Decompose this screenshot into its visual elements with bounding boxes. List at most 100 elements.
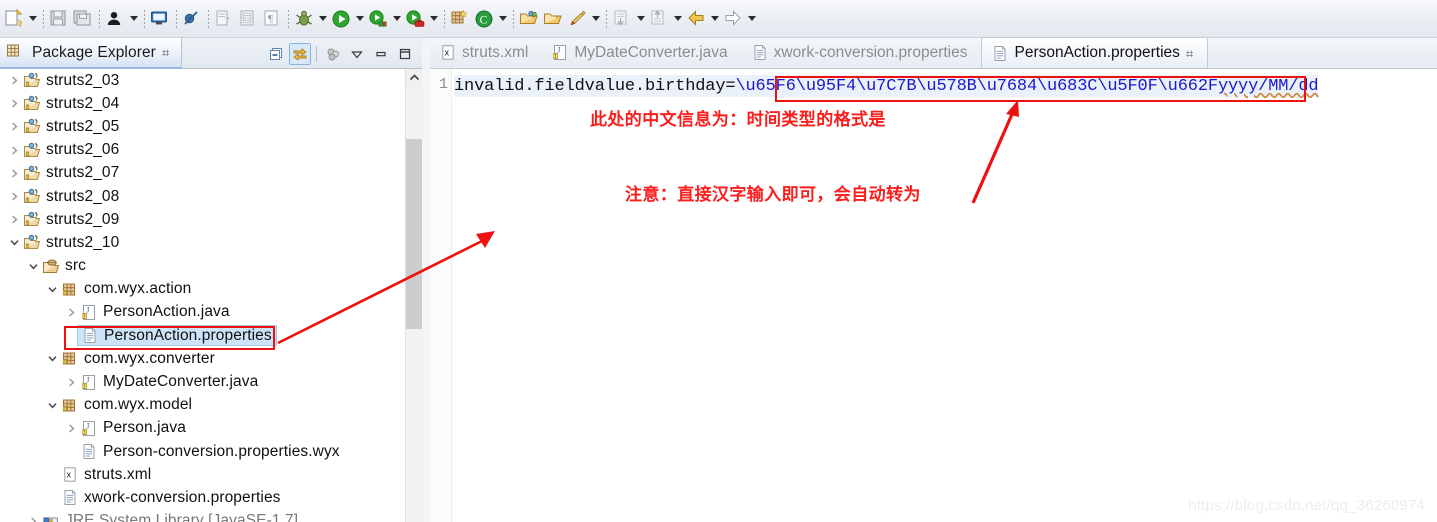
new-class-dropdown-arrow[interactable] (496, 8, 509, 30)
back-icon[interactable] (684, 7, 708, 31)
svg-text:x: x (66, 470, 71, 480)
tree-item-struts2-04[interactable]: ! struts2_04 (0, 92, 408, 115)
tree-item-src[interactable]: src (0, 255, 408, 278)
separator-6 (284, 8, 292, 30)
save-icon[interactable] (47, 7, 71, 31)
previous-annotation-icon (649, 9, 669, 29)
paragraph-icon[interactable]: ¶ (260, 7, 284, 31)
package-explorer-tabrow: Package Explorer ⌗ (0, 38, 422, 69)
tree-item-label: com.wyx.action (84, 280, 192, 298)
new-package-icon[interactable] (448, 7, 472, 31)
debug-dropdown-arrow[interactable] (316, 8, 329, 30)
focus-on-active-task-icon[interactable] (322, 43, 344, 65)
new-wizard-icon[interactable] (2, 7, 26, 31)
tree-item-struts2-05[interactable]: ! struts2_05 (0, 115, 408, 138)
profile-dropdown-arrow[interactable] (427, 8, 440, 30)
project-tree[interactable]: ! struts2_03! struts2_04! struts2_05! struts… (0, 69, 408, 522)
chevron-down-icon[interactable] (44, 397, 60, 413)
tree-item-struts-xml[interactable]: x struts.xml (0, 463, 408, 486)
open-folder-icon[interactable] (517, 7, 541, 31)
scroll-up-icon[interactable] (406, 69, 423, 86)
previous-annotation-icon[interactable] (647, 7, 671, 31)
new-dropdown-arrow[interactable] (26, 8, 39, 30)
chevron-right-icon[interactable] (63, 374, 79, 390)
view-splitter[interactable] (422, 38, 430, 522)
run-server-dropdown-arrow[interactable] (390, 8, 403, 30)
chevron-right-icon[interactable] (6, 119, 22, 135)
editor-tab-xwork-conversion-properties[interactable]: xwork-conversion.properties (742, 37, 982, 68)
editor-tab-close-icon[interactable]: ⌗ (1186, 47, 1193, 60)
run-icon[interactable] (329, 7, 353, 31)
minimize-icon[interactable] (370, 43, 392, 65)
tree-item-jre-system-library-javase-1-7[interactable]: JRE System Library [JavaSE-1.7] (0, 510, 408, 522)
chevron-down-icon[interactable] (25, 258, 41, 274)
separator-8 (509, 8, 517, 30)
editor-tab-personaction-properties[interactable]: PersonAction.properties ⌗ (981, 37, 1209, 68)
run-server-icon[interactable] (366, 7, 390, 31)
chevron-right-icon[interactable] (6, 142, 22, 158)
user-icon[interactable] (103, 7, 127, 31)
chevron-right-icon[interactable] (6, 212, 22, 228)
tree-item-struts2-03[interactable]: ! struts2_03 (0, 69, 408, 92)
tree-item-com-wyx-action[interactable]: ! com.wyx.action (0, 278, 408, 301)
chevron-right-icon[interactable] (63, 304, 79, 320)
tree-item-person-conversion-properties-wyx[interactable]: Person-conversion.properties.wyx (0, 440, 408, 463)
tab-package-explorer[interactable]: Package Explorer ⌗ (0, 38, 183, 69)
tree-item-struts2-06[interactable]: ! struts2_06 (0, 139, 408, 162)
tree-item-person-java[interactable]: J! Person.java (0, 417, 408, 440)
profile-icon[interactable] (403, 7, 427, 31)
new-class-icon[interactable]: C (472, 7, 496, 31)
tree-item-personaction-java[interactable]: J! PersonAction.java (0, 301, 408, 324)
package-explorer-scrollbar[interactable] (405, 69, 423, 522)
chevron-right-icon[interactable] (6, 73, 22, 89)
chevron-right-icon[interactable] (6, 189, 22, 205)
chevron-right-icon[interactable] (6, 165, 22, 181)
scrollbar-thumb[interactable] (406, 139, 423, 329)
user-dropdown-arrow[interactable] (127, 8, 140, 30)
pencil-icon[interactable] (565, 7, 589, 31)
editor-body[interactable]: 1 invalid.fieldvalue.birthday= \u65F6\u95… (430, 69, 1437, 522)
forward-dropdown-arrow[interactable] (745, 8, 758, 30)
next-annotation-icon[interactable] (610, 7, 634, 31)
tree-item-com-wyx-model[interactable]: ! com.wyx.model (0, 394, 408, 417)
package-explorer-icon (6, 43, 26, 63)
editor-tab-mydateconverter-java[interactable]: J! MyDateConverter.java (542, 37, 741, 68)
next-annotation-dropdown-arrow[interactable] (634, 8, 647, 30)
maximize-icon[interactable] (394, 43, 416, 65)
tree-item-personaction-properties[interactable]: PersonAction.properties (0, 324, 408, 347)
tree-item-struts2-07[interactable]: ! struts2_07 (0, 162, 408, 185)
back-dropdown-arrow[interactable] (708, 8, 721, 30)
console-icon[interactable] (148, 7, 172, 31)
chevron-right-icon[interactable] (6, 96, 22, 112)
open-type-icon[interactable] (236, 7, 260, 31)
skip-breakpoints-icon[interactable] (180, 7, 204, 31)
export-icon[interactable] (212, 7, 236, 31)
pencil-dropdown-arrow[interactable] (589, 8, 602, 30)
chevron-right-icon[interactable] (25, 513, 41, 522)
save-all-icon[interactable] (71, 7, 95, 31)
chevron-down-icon[interactable] (44, 351, 60, 367)
editor-tabbar: x struts.xml J! MyDateConverter.java xwork-c… (430, 37, 1437, 69)
close-icon[interactable]: ⌗ (162, 46, 169, 59)
tree-item-com-wyx-converter[interactable]: ! com.wyx.converter (0, 347, 408, 370)
previous-annotation-dropdown-arrow[interactable] (671, 8, 684, 30)
folder-icon[interactable] (541, 7, 565, 31)
tree-item-xwork-conversion-properties[interactable]: xwork-conversion.properties (0, 486, 408, 509)
tree-item-mydateconverter-java[interactable]: J! MyDateConverter.java (0, 370, 408, 393)
run-dropdown-arrow[interactable] (353, 8, 366, 30)
tree-item-struts2-08[interactable]: ! struts2_08 (0, 185, 408, 208)
tree-item-struts2-10[interactable]: ! struts2_10 (0, 231, 408, 254)
collapse-all-icon[interactable] (265, 43, 287, 65)
link-with-editor-icon[interactable] (289, 42, 311, 65)
chevron-right-icon[interactable] (63, 420, 79, 436)
tree-item-struts2-09[interactable]: ! struts2_09 (0, 208, 408, 231)
editor-tab-struts-xml[interactable]: x struts.xml (430, 37, 542, 68)
tree-item-label: struts2_07 (46, 164, 120, 182)
forward-icon[interactable] (721, 7, 745, 31)
view-menu-icon[interactable] (346, 43, 368, 65)
debug-icon[interactable] (292, 7, 316, 31)
chevron-down-icon[interactable] (6, 235, 22, 251)
back-icon (686, 9, 706, 29)
forward-icon (723, 9, 743, 29)
chevron-down-icon[interactable] (44, 281, 60, 297)
